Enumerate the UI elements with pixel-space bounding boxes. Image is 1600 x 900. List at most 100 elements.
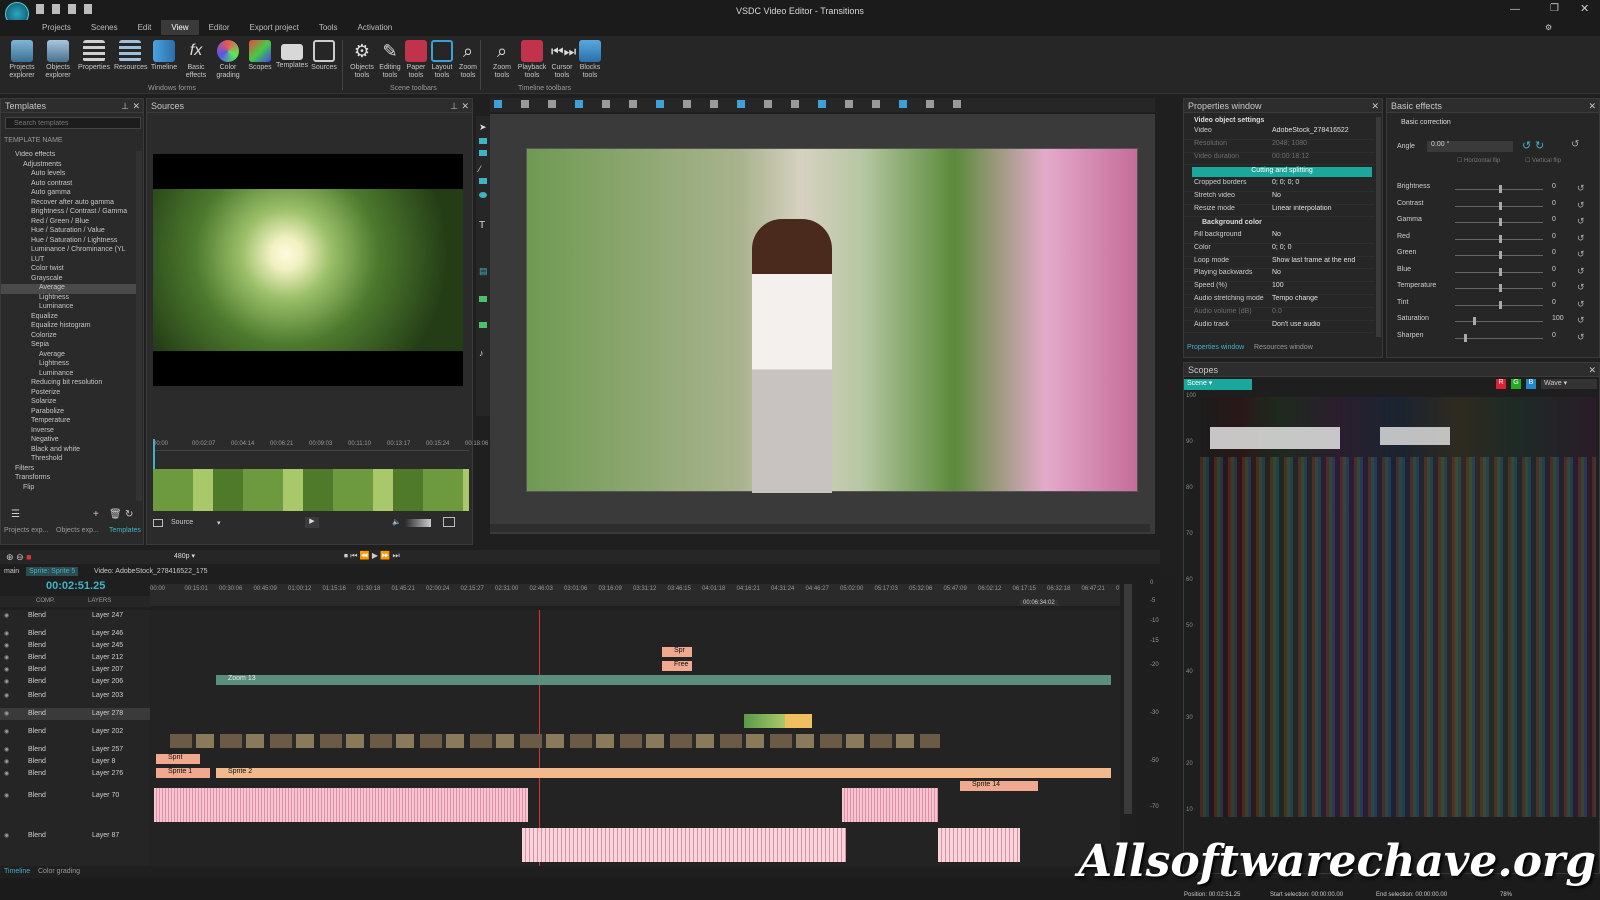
- audio-tool-icon[interactable]: ♪: [479, 348, 484, 358]
- reset-icon[interactable]: ↺: [1577, 249, 1585, 260]
- blend-mode[interactable]: Blend: [28, 654, 46, 661]
- horizontal-flip-checkbox[interactable]: ☐ Horizontal flip: [1457, 157, 1500, 164]
- slider-knob[interactable]: [1499, 300, 1502, 309]
- copy-icon[interactable]: [521, 100, 529, 108]
- audio-clip[interactable]: [154, 788, 528, 822]
- layer-name[interactable]: Layer 70: [92, 792, 119, 799]
- video-clips-strip[interactable]: [170, 734, 940, 748]
- slider-row-gamma[interactable]: Gamma 0 ↺: [1397, 216, 1592, 228]
- slider-knob[interactable]: [1499, 218, 1502, 226]
- property-value[interactable]: Linear interpolation: [1272, 205, 1374, 217]
- source-playhead[interactable]: [153, 439, 155, 469]
- property-value[interactable]: 100: [1272, 282, 1374, 294]
- layer-row[interactable]: ◉ Blend Layer 276: [0, 768, 150, 780]
- scopes-type-dropdown[interactable]: Wave ▾: [1541, 379, 1597, 389]
- layer-row[interactable]: ◉ Blend Layer 8: [0, 756, 150, 768]
- redo-icon[interactable]: [629, 100, 637, 108]
- property-row[interactable]: Audio volume (dB) 0.0: [1184, 308, 1374, 321]
- align-left-icon[interactable]: [683, 100, 691, 108]
- objects-explorer-button[interactable]: Objects explorer: [42, 40, 74, 80]
- tree-scrollbar[interactable]: [136, 151, 142, 501]
- channel-b-button[interactable]: B: [1526, 379, 1536, 389]
- slider-knob[interactable]: [1499, 185, 1502, 193]
- align-top-icon[interactable]: [764, 100, 772, 108]
- pin-icon[interactable]: ⊥: [121, 101, 129, 112]
- scopes-mode-dropdown[interactable]: Scene ▾: [1184, 379, 1252, 390]
- tab-properties-window[interactable]: Properties window: [1187, 344, 1244, 351]
- rotate-right-icon[interactable]: ↻: [1535, 139, 1544, 152]
- blend-mode[interactable]: Blend: [28, 666, 46, 673]
- slider-row-sharpen[interactable]: Sharpen 0 ↺: [1397, 332, 1592, 344]
- layer-name[interactable]: Layer 245: [92, 642, 123, 649]
- blend-mode[interactable]: Blend: [28, 746, 46, 753]
- property-value[interactable]: Tempo change: [1272, 295, 1374, 307]
- template-item[interactable]: Temperature: [1, 417, 137, 427]
- layer-row[interactable]: ◉ Blend Layer 245: [0, 640, 150, 652]
- volume-icon[interactable]: 🔈: [392, 518, 401, 526]
- template-item[interactable]: Auto levels: [1, 170, 137, 180]
- tab-templates[interactable]: Templates: [109, 527, 141, 534]
- eye-icon[interactable]: ◉: [4, 666, 9, 673]
- layer-name[interactable]: Layer 8: [92, 758, 115, 765]
- slider-knob[interactable]: [1499, 234, 1502, 243]
- eye-icon[interactable]: ◉: [4, 770, 9, 777]
- tab-objects-explorer[interactable]: Objects exp...: [56, 527, 99, 534]
- property-row[interactable]: Audio stretching mode Tempo change: [1184, 295, 1374, 308]
- play-icon[interactable]: ▶: [372, 551, 378, 560]
- eye-icon[interactable]: ◉: [4, 832, 9, 839]
- property-value[interactable]: 2048; 1080: [1272, 140, 1374, 152]
- playback-tools-button[interactable]: Playback tools: [516, 40, 548, 80]
- reset-angle-icon[interactable]: ↺: [1571, 139, 1579, 150]
- template-item[interactable]: Auto contrast: [1, 180, 137, 190]
- timeline-ruler[interactable]: 00:00 00:15:01 00:30:06 00:45:09 01:00:12 01:…: [150, 584, 1120, 606]
- template-item[interactable]: Average: [1, 284, 137, 294]
- property-row[interactable]: Speed (%) 100: [1184, 282, 1374, 295]
- blend-mode[interactable]: Blend: [28, 792, 46, 799]
- slider-track[interactable]: [1455, 337, 1543, 339]
- property-value[interactable]: 0; 0; 0: [1272, 244, 1374, 256]
- blend-mode[interactable]: Blend: [28, 710, 46, 717]
- audio-clip[interactable]: [522, 828, 846, 862]
- slider-value[interactable]: 0: [1552, 266, 1556, 273]
- add-template-icon[interactable]: +: [93, 509, 99, 520]
- layer-row[interactable]: ◉ Blend Layer 207: [0, 664, 150, 676]
- blend-mode[interactable]: Blend: [28, 758, 46, 765]
- blend-mode[interactable]: Blend: [28, 612, 46, 619]
- layer-row[interactable]: ◉ Blend Layer 212: [0, 652, 150, 664]
- blocks-tools-button[interactable]: Blocks tools: [574, 40, 606, 80]
- clip-free[interactable]: Free: [662, 661, 692, 671]
- template-item[interactable]: Threshold: [1, 455, 137, 465]
- layer-name[interactable]: Layer 246: [92, 630, 123, 637]
- channel-r-button[interactable]: R: [1496, 379, 1506, 389]
- layer-row[interactable]: ◉ Blend Layer 247: [0, 610, 150, 622]
- stop-icon[interactable]: ⏹: [344, 551, 348, 560]
- pin-icon[interactable]: ⊥: [450, 101, 458, 112]
- property-row[interactable]: Resolution 2048; 1080: [1184, 140, 1374, 153]
- eye-icon[interactable]: ◉: [4, 654, 9, 661]
- slider-knob[interactable]: [1472, 317, 1476, 325]
- template-item[interactable]: Average: [1, 351, 137, 361]
- template-item[interactable]: Adjustments: [1, 161, 137, 171]
- volume-slider[interactable]: [405, 519, 431, 527]
- layer-row[interactable]: ◉ Blend Layer 246: [0, 628, 150, 640]
- delete-template-icon[interactable]: 🗑: [109, 509, 122, 520]
- reset-icon[interactable]: ↺: [1577, 282, 1585, 293]
- eye-icon[interactable]: ◉: [4, 792, 9, 799]
- slider-value[interactable]: 0: [1552, 282, 1556, 289]
- property-row[interactable]: Playing backwards No: [1184, 269, 1374, 283]
- template-item[interactable]: Flip: [1, 484, 137, 494]
- timeline-tracks[interactable]: Zoom 13 Spr Free Sprit Sprite 1 Sprite 2…: [150, 610, 1120, 866]
- zoom-level[interactable]: 78%: [1500, 892, 1512, 898]
- property-value[interactable]: AdobeStock_278416522: [1272, 127, 1374, 139]
- slider-row-saturation[interactable]: Saturation 100 ↺: [1397, 315, 1592, 327]
- slider-value[interactable]: 0: [1552, 216, 1556, 223]
- menu-export-project[interactable]: Export project: [240, 20, 309, 35]
- property-row[interactable]: Color 0; 0; 0: [1184, 244, 1374, 257]
- cutting-splitting-button[interactable]: Cutting and splitting: [1192, 167, 1372, 177]
- property-value[interactable]: 00:00:18:12: [1272, 153, 1374, 165]
- property-row[interactable]: Loop mode Show last frame at the end: [1184, 257, 1374, 270]
- template-item[interactable]: Hue / Saturation / Lightness: [1, 237, 137, 247]
- layer-name[interactable]: Layer 247: [92, 612, 123, 619]
- ungroup-icon[interactable]: [926, 100, 934, 108]
- clip-spr[interactable]: Spr: [662, 647, 692, 657]
